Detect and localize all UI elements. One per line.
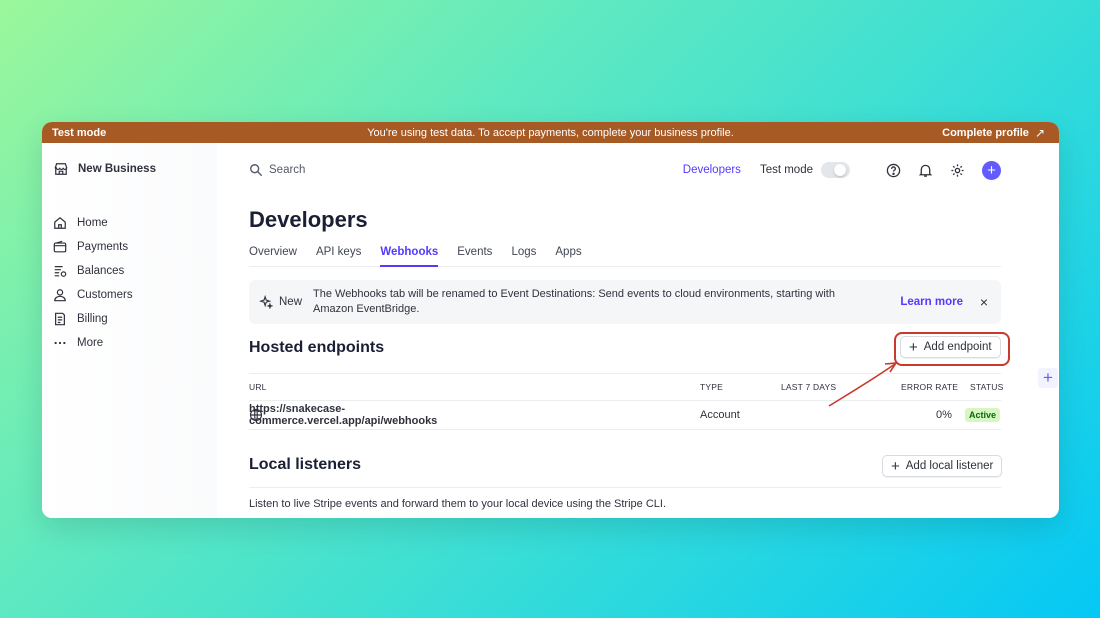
gear-icon[interactable] bbox=[948, 161, 966, 179]
sidebar-item-label: Balances bbox=[77, 265, 125, 277]
tab-webhooks[interactable]: Webhooks bbox=[380, 241, 439, 267]
app-window: Test mode You're using test data. To acc… bbox=[42, 122, 1059, 518]
sidebar-item-billing[interactable]: Billing bbox=[53, 307, 133, 331]
section-divider bbox=[249, 487, 1001, 488]
tab-events[interactable]: Events bbox=[457, 241, 492, 267]
test-mode-message: You're using test data. To accept paymen… bbox=[367, 126, 734, 139]
sidebar-item-more[interactable]: More bbox=[53, 331, 133, 355]
col-status: STATUS bbox=[970, 382, 1004, 392]
complete-profile-link[interactable]: Complete profile ↗ bbox=[942, 126, 1045, 140]
search-icon bbox=[249, 163, 263, 177]
tab-logs[interactable]: Logs bbox=[511, 241, 536, 267]
test-mode-toggle[interactable] bbox=[821, 162, 850, 178]
topbar: Search Developers Test mode + bbox=[249, 159, 1001, 181]
status-badge: Active bbox=[965, 408, 1001, 422]
test-mode-label: Test mode bbox=[52, 126, 107, 139]
test-mode-toggle-label: Test mode bbox=[759, 164, 813, 176]
sidebar-item-label: Payments bbox=[77, 241, 129, 253]
person-icon bbox=[53, 288, 67, 302]
tab-overview[interactable]: Overview bbox=[249, 241, 297, 267]
sidebar-item-label: Billing bbox=[77, 313, 108, 325]
backdrop: Test mode You're using test data. To acc… bbox=[0, 0, 1100, 618]
complete-profile-label: Complete profile bbox=[942, 126, 1029, 139]
table-row[interactable]: https://snakecase-commerce.vercel.app/ap… bbox=[249, 401, 1001, 430]
endpoint-type: Account bbox=[700, 409, 740, 421]
wallet-icon bbox=[53, 240, 67, 254]
tab-apps[interactable]: Apps bbox=[555, 241, 581, 267]
home-icon bbox=[53, 216, 67, 230]
page-title: Developers bbox=[249, 207, 368, 232]
brand-name: New Business bbox=[78, 163, 156, 175]
sidebar-item-home[interactable]: Home bbox=[53, 211, 133, 235]
billing-icon bbox=[53, 312, 67, 326]
local-listeners-description: Listen to live Stripe events and forward… bbox=[249, 498, 666, 510]
col-last-7-days: LAST 7 DAYS bbox=[781, 382, 837, 392]
search-input[interactable]: Search bbox=[249, 163, 305, 177]
bell-icon[interactable] bbox=[916, 161, 934, 179]
side-panel-plus-icon[interactable]: + bbox=[1038, 368, 1058, 388]
sidebar-item-customers[interactable]: Customers bbox=[53, 283, 133, 307]
new-tag: New bbox=[259, 295, 313, 309]
test-mode-toggle-group: Test mode bbox=[760, 162, 850, 178]
new-tag-label: New bbox=[279, 296, 303, 308]
col-url: URL bbox=[249, 382, 267, 392]
sidebar-item-payments[interactable]: Payments bbox=[53, 235, 133, 259]
store-icon bbox=[54, 162, 68, 176]
test-mode-bar: Test mode You're using test data. To acc… bbox=[42, 122, 1059, 143]
sidebar-item-label: Customers bbox=[77, 289, 133, 301]
endpoint-error-rate: 0% bbox=[936, 409, 952, 421]
developers-link[interactable]: Developers bbox=[683, 164, 741, 176]
sidebar-item-label: More bbox=[77, 337, 104, 349]
arrow-up-right-icon: ↗ bbox=[1034, 125, 1045, 140]
search-placeholder: Search bbox=[269, 164, 306, 176]
sparkle-icon bbox=[259, 295, 273, 309]
learn-more-link[interactable]: Learn more bbox=[900, 296, 963, 308]
balances-icon bbox=[53, 264, 67, 278]
sidebar-nav: Home Payments Balances Customers Billing bbox=[53, 211, 133, 355]
developer-tabs: Overview API keys Webhooks Events Logs A… bbox=[249, 241, 1001, 267]
help-icon[interactable] bbox=[884, 161, 902, 179]
hosted-endpoints-title: Hosted endpoints bbox=[249, 339, 385, 356]
sidebar-item-balances[interactable]: Balances bbox=[53, 259, 133, 283]
sidebar: New Business Home Payments Balances Cust… bbox=[42, 143, 217, 518]
local-listeners-title: Local listeners bbox=[249, 456, 362, 473]
rename-notice: New The Webhooks tab will be renamed to … bbox=[249, 280, 1001, 324]
create-plus-icon[interactable]: + bbox=[982, 160, 1001, 180]
add-local-listener-button[interactable]: + Add local listener bbox=[882, 455, 1003, 477]
close-icon[interactable]: × bbox=[977, 294, 991, 310]
plus-icon: + bbox=[891, 457, 900, 475]
endpoints-table-header: URL TYPE LAST 7 DAYS ERROR RATE STATUS bbox=[249, 373, 1004, 401]
col-error-rate: ERROR RATE bbox=[901, 382, 959, 392]
account-switcher[interactable]: New Business bbox=[54, 162, 156, 176]
endpoint-url: https://snakecase-commerce.vercel.app/ap… bbox=[249, 403, 438, 427]
add-local-listener-label: Add local listener bbox=[905, 460, 994, 472]
notice-text: The Webhooks tab will be renamed to Even… bbox=[313, 288, 835, 315]
col-type: TYPE bbox=[700, 382, 724, 392]
annotation-highlight-box bbox=[894, 332, 1010, 366]
sidebar-item-label: Home bbox=[77, 217, 108, 229]
tab-api-keys[interactable]: API keys bbox=[316, 241, 361, 267]
ellipsis-icon bbox=[53, 336, 67, 350]
